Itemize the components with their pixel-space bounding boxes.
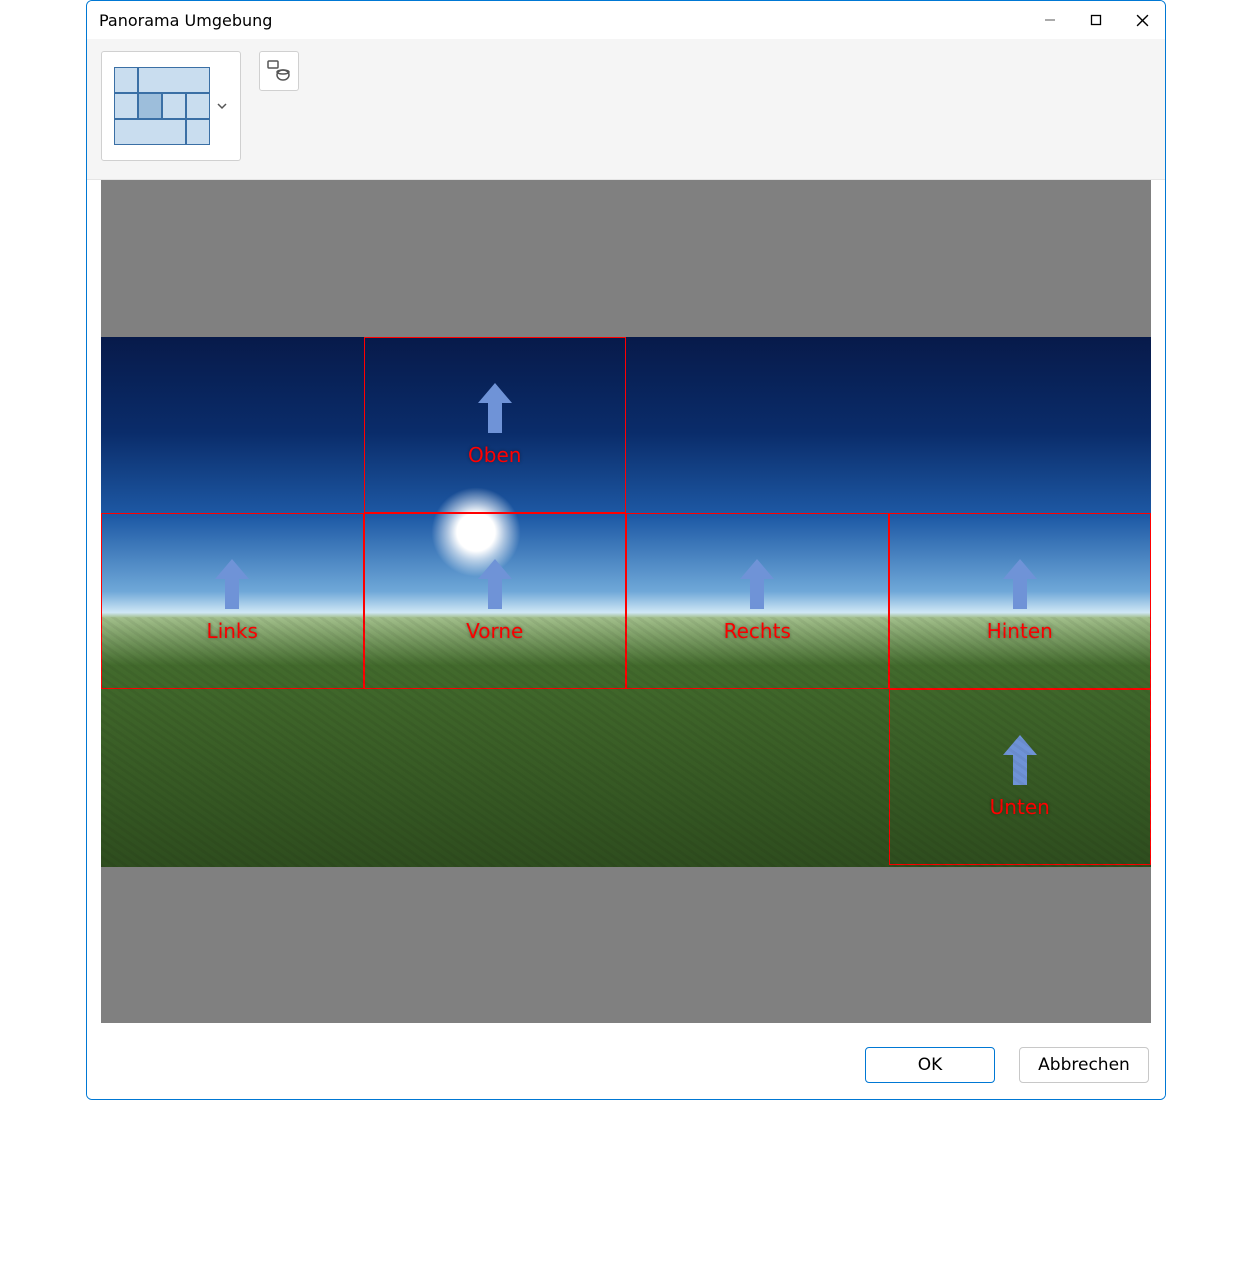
shapes-icon [266, 58, 292, 84]
arrow-up-icon [478, 559, 512, 609]
shapes-tool-button[interactable] [259, 51, 299, 91]
arrow-up-icon [740, 559, 774, 609]
cubemap-label-top: Oben [468, 443, 521, 467]
arrow-up-icon [478, 383, 512, 433]
close-icon [1136, 14, 1149, 27]
ok-button[interactable]: OK [865, 1047, 995, 1083]
cubemap-label-left: Links [207, 619, 258, 643]
toolbar [87, 39, 1165, 180]
layout-picker-dropdown[interactable] [101, 51, 241, 161]
panorama-preview-area[interactable]: Oben Links Vorne Rechts Hinten [101, 180, 1151, 1023]
arrow-up-icon [215, 559, 249, 609]
titlebar: Panorama Umgebung [87, 1, 1165, 39]
cubemap-cell-back[interactable]: Hinten [889, 513, 1152, 689]
cubemap-label-bottom: Unten [990, 795, 1050, 819]
maximize-icon [1090, 14, 1102, 26]
cubemap-cell-front[interactable]: Vorne [364, 513, 627, 689]
panorama-dialog: Panorama Umgebung [86, 0, 1166, 1100]
chevron-down-icon [216, 100, 228, 112]
cubemap-label-front: Vorne [466, 619, 523, 643]
panorama-layout-icon [114, 67, 210, 145]
panorama-image: Oben Links Vorne Rechts Hinten [101, 337, 1151, 867]
cubemap-cell-top[interactable]: Oben [364, 337, 627, 513]
close-button[interactable] [1119, 1, 1165, 39]
cubemap-label-right: Rechts [724, 619, 791, 643]
cubemap-cell-left[interactable]: Links [101, 513, 364, 689]
maximize-button[interactable] [1073, 1, 1119, 39]
cubemap-label-back: Hinten [987, 619, 1053, 643]
cancel-button-label: Abbrechen [1038, 1055, 1130, 1075]
arrow-up-icon [1003, 735, 1037, 785]
minimize-icon [1044, 14, 1056, 26]
ok-button-label: OK [918, 1055, 943, 1075]
arrow-up-icon [1003, 559, 1037, 609]
cubemap-cell-right[interactable]: Rechts [626, 513, 889, 689]
dialog-footer: OK Abbrechen [87, 1035, 1165, 1099]
cubemap-cell-bottom[interactable]: Unten [889, 689, 1152, 865]
cancel-button[interactable]: Abbrechen [1019, 1047, 1149, 1083]
window-title: Panorama Umgebung [99, 11, 272, 30]
minimize-button[interactable] [1027, 1, 1073, 39]
